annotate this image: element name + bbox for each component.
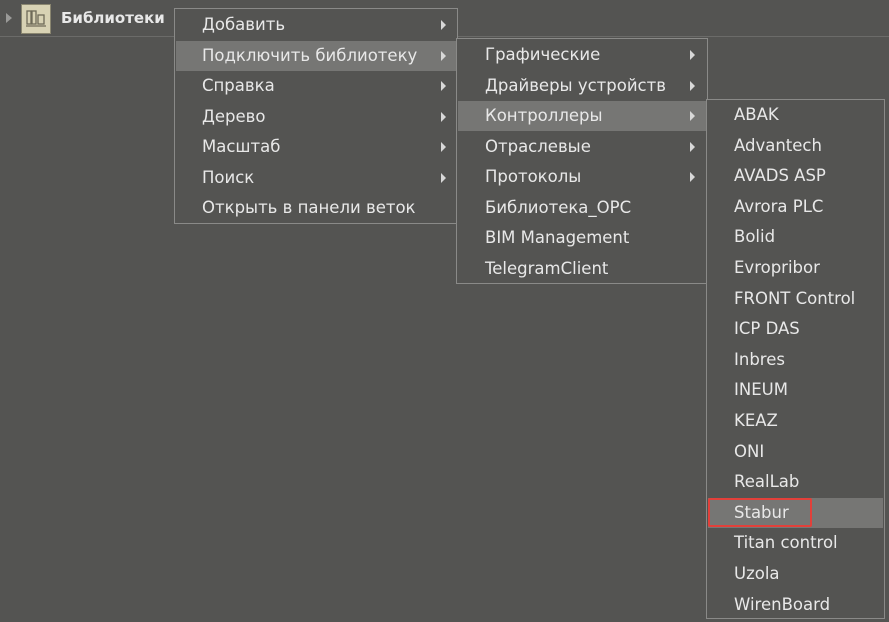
menu-item-контроллеры[interactable]: Контроллеры <box>458 101 706 131</box>
expand-arrow-icon[interactable] <box>6 13 12 23</box>
menu-item-label: WirenBoard <box>734 594 831 614</box>
submenu-arrow-icon <box>441 81 446 91</box>
menu-item-label: ICP DAS <box>734 319 800 339</box>
submenu-controllers: ABAK Advantech AVADS ASP Avrora PLC Bolid Evr… <box>706 99 885 619</box>
menu-item-label: Stabur <box>734 502 789 522</box>
menu-item-advantech[interactable]: Advantech <box>708 131 883 161</box>
menu-item-label: KEAZ <box>734 411 778 430</box>
submenu-arrow-icon <box>441 172 446 183</box>
menu-item-графические[interactable]: Графические <box>458 40 706 70</box>
menu-item-библиотека-opc[interactable]: Библиотека_OPC <box>458 193 706 223</box>
menu-item-inbres[interactable]: Inbres <box>708 345 883 375</box>
menu-item-label: Bolid <box>734 227 776 247</box>
menu-item-uzola[interactable]: Uzola <box>708 559 883 589</box>
submenu-arrow-icon <box>690 141 695 152</box>
tree-label[interactable]: Библиотеки <box>61 9 165 27</box>
menu-item-bim-management[interactable]: BIM Management <box>458 223 706 253</box>
menu-item-evropribor[interactable]: Evropribor <box>708 253 883 283</box>
menu-item-label: Отраслевые <box>485 136 591 156</box>
menu-item-label: Открыть в панели веток <box>202 198 416 217</box>
menu-item-label: Справка <box>202 76 275 95</box>
menu-item-label: Контроллеры <box>485 106 603 125</box>
menu-item-label: BIM Management <box>485 228 630 247</box>
submenu-arrow-icon <box>690 50 695 60</box>
submenu-arrow-icon <box>441 142 446 152</box>
submenu-arrow-icon <box>690 111 695 121</box>
menu-item-подключить-библиотеку[interactable]: Подключить библиотеку <box>176 40 456 71</box>
menu-item-reallab[interactable]: RealLab <box>708 467 883 497</box>
menu-item-драйверы-устройств[interactable]: Драйверы устройств <box>458 71 706 101</box>
menu-item-добавить[interactable]: Добавить <box>176 10 456 40</box>
menu-item-label: RealLab <box>734 472 800 492</box>
menu-item-abak[interactable]: ABAK <box>708 100 883 130</box>
menu-item-label: Добавить <box>202 15 286 34</box>
menu-item-label: Avrora PLC <box>734 196 824 216</box>
menu-item-label: Evropribor <box>734 258 820 277</box>
menu-item-titan-control[interactable]: Titan control <box>708 528 883 558</box>
menu-item-label: Дерево <box>202 106 266 126</box>
menu-item-oni[interactable]: ONI <box>708 437 883 467</box>
menu-item-открыть-в-панели-веток[interactable]: Открыть в панели веток <box>176 193 456 223</box>
menu-item-label: Масштаб <box>202 137 281 156</box>
menu-item-отраслевые[interactable]: Отраслевые <box>458 132 706 162</box>
menu-item-масштаб[interactable]: Масштаб <box>176 132 456 162</box>
menu-item-label: Библиотека_OPC <box>485 197 632 217</box>
menu-item-keaz[interactable]: KEAZ <box>708 406 883 436</box>
menu-item-stabur[interactable]: Stabur <box>708 497 883 528</box>
menu-item-label: Titan control <box>734 533 838 553</box>
submenu-arrow-icon <box>690 80 695 91</box>
menu-item-label: INEUM <box>734 380 788 400</box>
menu-item-avads-asp[interactable]: AVADS ASP <box>708 161 883 191</box>
menu-item-label: Uzola <box>734 564 780 583</box>
menu-item-label: ONI <box>734 441 765 461</box>
menu-item-label: Поиск <box>202 167 255 187</box>
menu-item-label: Драйверы устройств <box>485 75 666 95</box>
menu-item-label: ABAK <box>734 105 779 124</box>
menu-item-label: Протоколы <box>485 167 582 186</box>
menu-item-label: Графические <box>485 45 601 64</box>
menu-item-bolid[interactable]: Bolid <box>708 222 883 252</box>
menu-item-label: Inbres <box>734 349 785 369</box>
menu-item-label: Подключить библиотеку <box>202 45 418 65</box>
menu-item-справка[interactable]: Справка <box>176 71 456 101</box>
context-menu: Добавить Подключить библиотеку Справка Дере… <box>174 8 458 224</box>
menu-item-label: AVADS ASP <box>734 166 826 186</box>
menu-item-поиск[interactable]: Поиск <box>176 163 456 193</box>
menu-item-label: FRONT Control <box>734 288 856 308</box>
menu-item-дерево[interactable]: Дерево <box>176 102 456 132</box>
menu-item-протоколы[interactable]: Протоколы <box>458 162 706 192</box>
submenu-arrow-icon <box>441 20 446 30</box>
library-icon <box>21 4 51 34</box>
menu-item-telegramclient[interactable]: TelegramClient <box>458 254 706 284</box>
menu-item-icp-das[interactable]: ICP DAS <box>708 314 883 344</box>
submenu-arrow-icon <box>690 172 695 182</box>
menu-item-avrora-plc[interactable]: Avrora PLC <box>708 192 883 222</box>
submenu-connect-library: Графические Драйверы устройств Контроллеры… <box>456 38 708 284</box>
menu-item-label: TelegramClient <box>485 258 609 278</box>
menu-item-ineum[interactable]: INEUM <box>708 375 883 405</box>
submenu-arrow-icon <box>441 50 446 61</box>
menu-item-front-control[interactable]: FRONT Control <box>708 284 883 314</box>
submenu-arrow-icon <box>441 111 446 122</box>
menu-item-label: Advantech <box>734 135 822 155</box>
menu-item-wirenboard[interactable]: WirenBoard <box>708 590 883 620</box>
